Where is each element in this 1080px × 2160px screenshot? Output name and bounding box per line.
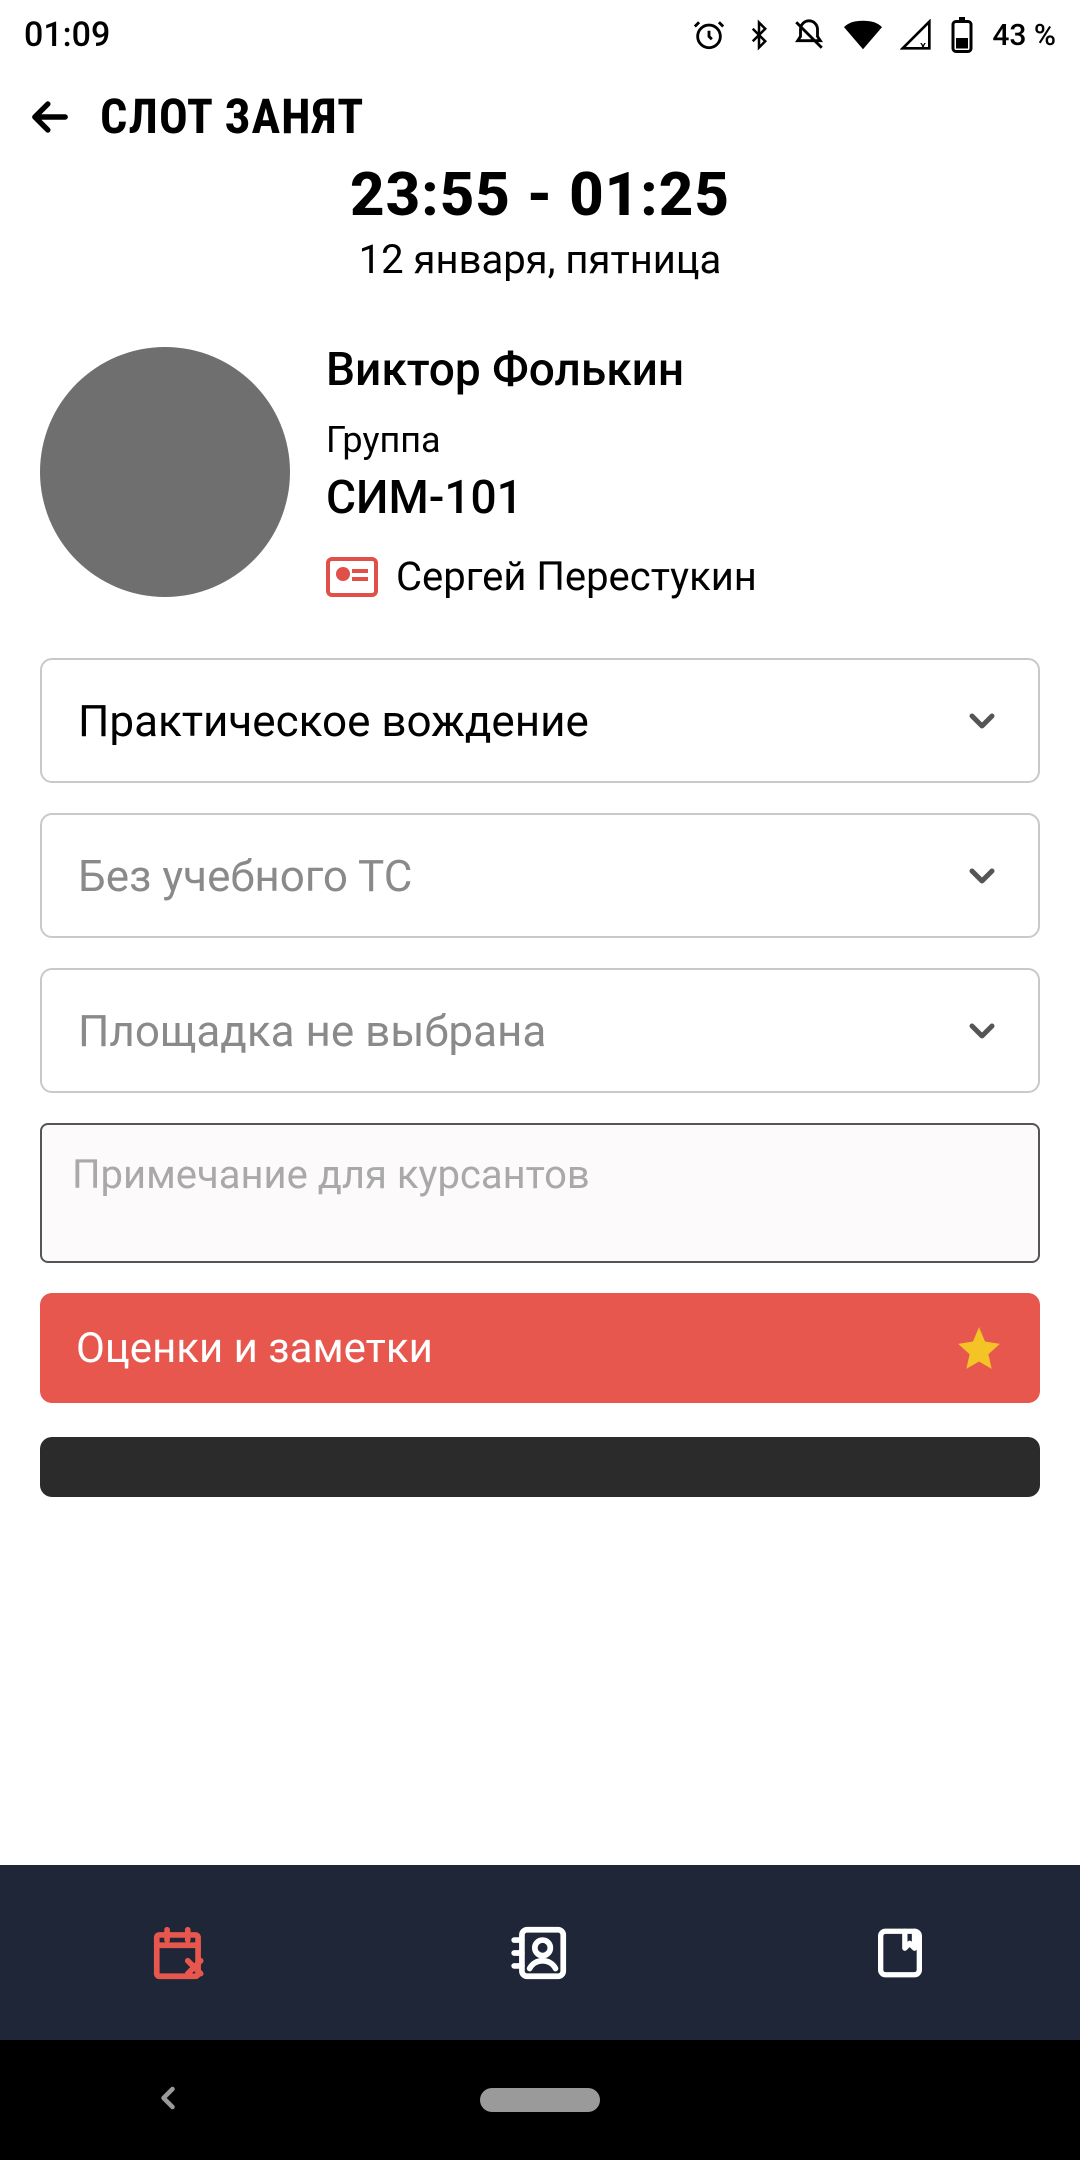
- area-label: Площадка не выбрана: [78, 1005, 546, 1057]
- note-input[interactable]: Примечание для курсантов: [40, 1123, 1040, 1263]
- chevron-down-icon: [962, 701, 1002, 741]
- contacts-icon: [509, 1922, 571, 1984]
- wifi-icon: [844, 20, 882, 50]
- star-icon: [954, 1323, 1004, 1373]
- next-button-peek[interactable]: [40, 1437, 1040, 1497]
- book-bookmark-icon: [871, 1924, 929, 1982]
- chevron-down-icon: [962, 856, 1002, 896]
- instructor-name: Сергей Перестукин: [396, 553, 757, 600]
- avatar[interactable]: [40, 347, 290, 597]
- lesson-type-dropdown[interactable]: Практическое вождение: [40, 658, 1040, 783]
- vehicle-dropdown[interactable]: Без учебного ТС: [40, 813, 1040, 938]
- system-home-pill[interactable]: [480, 2088, 600, 2112]
- group-value: СИМ-101: [326, 471, 757, 525]
- student-card: Виктор Фолькин Группа СИМ-101 Сергей Пер…: [0, 283, 1080, 630]
- nav-contacts[interactable]: [504, 1917, 576, 1989]
- grades-button-label: Оценки и заметки: [76, 1324, 433, 1373]
- group-label: Группа: [326, 419, 757, 461]
- page-title: СЛОТ ЗАНЯТ: [100, 88, 364, 145]
- app-bar: СЛОТ ЗАНЯТ: [0, 70, 1080, 153]
- nav-library[interactable]: [864, 1917, 936, 1989]
- nav-calendar[interactable]: [144, 1917, 216, 1989]
- battery-icon: [950, 17, 974, 53]
- chevron-down-icon: [962, 1011, 1002, 1051]
- calendar-edit-icon: [149, 1922, 211, 1984]
- student-info: Виктор Фолькин Группа СИМ-101 Сергей Пер…: [326, 343, 757, 600]
- area-dropdown[interactable]: Площадка не выбрана: [40, 968, 1040, 1093]
- system-back-button[interactable]: [150, 2080, 186, 2120]
- form-content: Практическое вождение Без учебного ТС Пл…: [0, 658, 1080, 1497]
- slot-header: 23:55 - 01:25 12 января, пятница: [0, 159, 1080, 283]
- lesson-type-label: Практическое вождение: [78, 695, 589, 747]
- system-nav: [0, 2040, 1080, 2160]
- alarm-icon: [692, 18, 726, 52]
- status-right: x 43 %: [692, 17, 1056, 53]
- cell-icon: x: [900, 19, 932, 51]
- status-time: 01:09: [24, 15, 110, 55]
- battery-text: 43 %: [992, 18, 1056, 53]
- bluetooth-icon: [744, 18, 774, 52]
- dnd-icon: [792, 18, 826, 52]
- id-card-icon: [326, 557, 378, 597]
- instructor-row: Сергей Перестукин: [326, 553, 757, 600]
- svg-text:x: x: [920, 39, 926, 51]
- chevron-left-icon: [150, 2080, 186, 2116]
- arrow-left-icon: [24, 91, 76, 143]
- status-bar: 01:09 x 43 %: [0, 0, 1080, 70]
- student-name: Виктор Фолькин: [326, 343, 757, 397]
- vehicle-label: Без учебного ТС: [78, 850, 412, 902]
- bottom-nav: [0, 1865, 1080, 2040]
- slot-date: 12 января, пятница: [0, 236, 1080, 283]
- back-button[interactable]: [24, 91, 76, 143]
- slot-time: 23:55 - 01:25: [0, 159, 1080, 230]
- note-placeholder: Примечание для курсантов: [72, 1151, 590, 1198]
- grades-button[interactable]: Оценки и заметки: [40, 1293, 1040, 1403]
